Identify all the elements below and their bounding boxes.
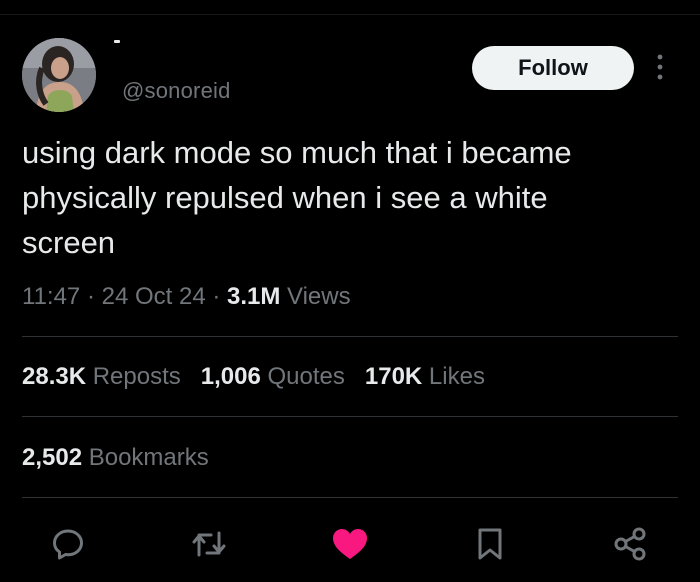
quotes-stat[interactable]: 1,006 Quotes: [201, 363, 345, 391]
tweet-text-line: using dark mode so much that i became: [22, 135, 572, 170]
top-divider: [0, 14, 700, 15]
repost-button[interactable]: [191, 526, 227, 562]
likes-label: Likes: [422, 363, 485, 390]
more-options-button[interactable]: [652, 52, 668, 82]
meta-separator: ·: [80, 283, 102, 310]
tweet-meta: 11:47 · 24 Oct 24 · 3.1M Views: [22, 283, 351, 311]
follow-button[interactable]: Follow: [472, 46, 634, 90]
quotes-count: 1,006: [200, 363, 261, 390]
tweet-time[interactable]: 11:47: [22, 283, 80, 310]
reposts-stat[interactable]: 28.3K Reposts: [22, 363, 181, 391]
tweet-text: using dark mode so much that i became ph…: [22, 130, 672, 265]
reply-button[interactable]: [50, 526, 86, 562]
bookmark-button[interactable]: [472, 526, 508, 562]
bookmarks-label: Bookmarks: [82, 444, 209, 471]
likes-stat[interactable]: 170K Likes: [365, 363, 485, 391]
meta-separator: ·: [205, 283, 227, 310]
like-icon: [333, 529, 367, 559]
bookmark-icon: [478, 528, 502, 560]
tweet-text-line: physically repulsed when i see a white: [22, 180, 548, 215]
reposts-count: 28.3K: [22, 363, 87, 390]
author-handle[interactable]: @sonoreid: [122, 78, 231, 104]
reposts-label: Reposts: [86, 363, 181, 390]
engagement-stats: 28.3K Reposts 1,006 Quotes 170K Likes: [22, 363, 485, 391]
avatar[interactable]: [22, 38, 96, 112]
bookmarks-stat[interactable]: 2,502 Bookmarks: [22, 444, 209, 472]
avatar-image: [22, 38, 96, 112]
repost-icon: [192, 531, 226, 557]
reply-icon: [53, 529, 83, 560]
tweet-text-line: screen: [22, 225, 116, 260]
views-count: 3.1M: [227, 283, 281, 310]
tweet-date[interactable]: 24 Oct 24: [102, 283, 206, 310]
bookmarks-count: 2,502: [22, 444, 83, 471]
share-icon: [614, 527, 646, 561]
quotes-label: Quotes: [260, 363, 345, 390]
divider: [22, 416, 678, 417]
display-name-mark: [114, 40, 120, 43]
share-button[interactable]: [612, 526, 648, 562]
likes-count: 170K: [364, 363, 423, 390]
divider: [22, 497, 678, 498]
more-vertical-icon: [657, 54, 663, 80]
views-label: Views: [280, 283, 351, 310]
like-button[interactable]: [332, 526, 368, 562]
divider: [22, 336, 678, 337]
